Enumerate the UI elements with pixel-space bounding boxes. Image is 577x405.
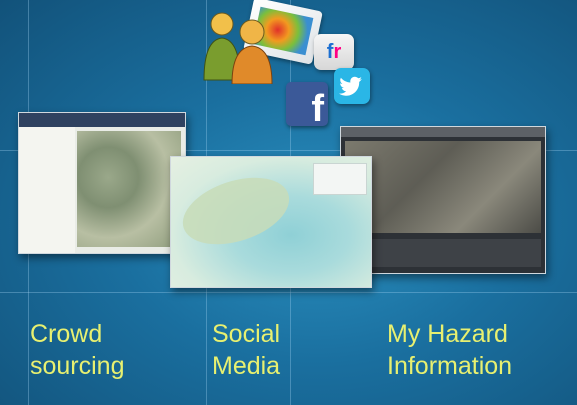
social-media-screenshot — [170, 156, 372, 288]
crowdsourcing-screenshot — [18, 112, 186, 254]
crowdsourcing-caption: Crowd sourcing — [30, 318, 125, 382]
caption-line: My Hazard — [387, 320, 508, 348]
app-header-bar — [341, 127, 545, 137]
caption-line: Media — [212, 352, 281, 380]
facebook-icon: f — [286, 82, 328, 130]
social-media-caption: Social Media — [212, 318, 280, 382]
caption-line: sourcing — [30, 352, 125, 380]
flickr-icon: fr — [314, 34, 354, 70]
caption-line: Crowd — [30, 320, 103, 348]
people-icon — [203, 12, 273, 84]
hazard-caption: My Hazard Information — [387, 318, 512, 382]
grid-line — [0, 292, 577, 293]
caption-line: Information — [387, 352, 513, 380]
info-panel — [313, 163, 367, 195]
app-header-bar — [19, 113, 185, 127]
side-panel — [19, 127, 75, 253]
twitter-icon — [334, 68, 370, 104]
caption-line: Social — [212, 320, 281, 348]
aerial-image — [345, 141, 541, 233]
data-table — [345, 239, 541, 267]
map-view — [77, 131, 181, 247]
